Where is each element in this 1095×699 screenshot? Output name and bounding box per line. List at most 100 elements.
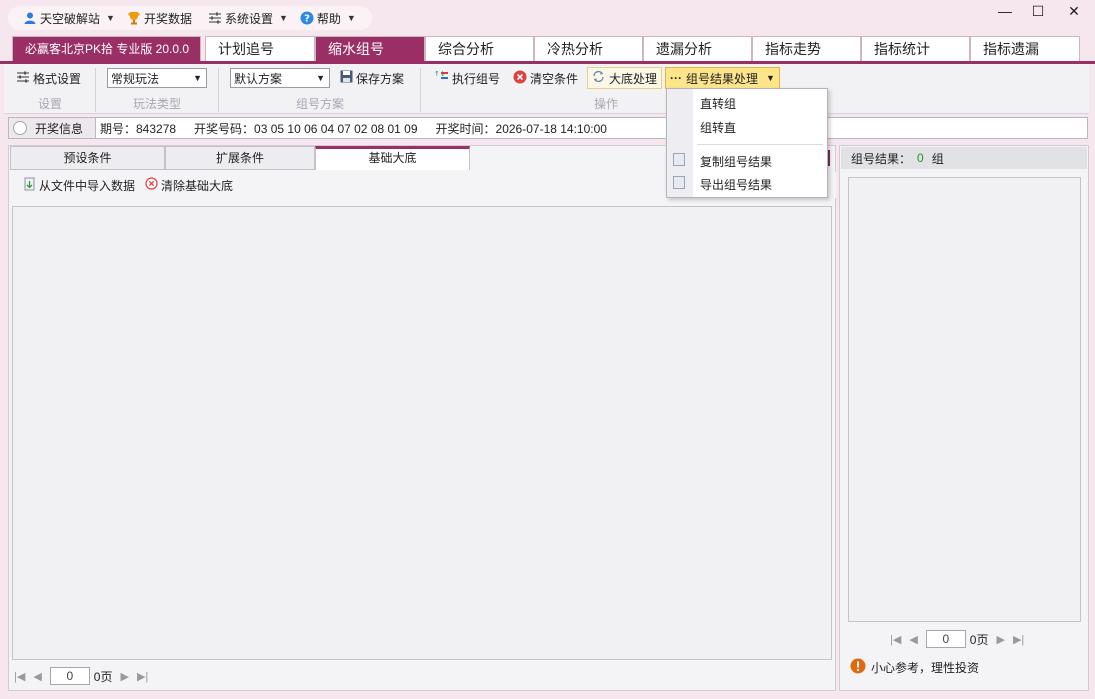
- import-file-button[interactable]: 从文件中导入数据: [24, 174, 135, 196]
- disclaimer-text: 小心参考，理性投资: [871, 661, 980, 675]
- clear-base-button[interactable]: 清除基础大底: [145, 174, 233, 196]
- tab-indicator-stats[interactable]: 指标统计: [861, 36, 970, 62]
- result-process-button[interactable]: ··· 组号结果处理 ▼: [665, 67, 780, 89]
- base-pool-data-area[interactable]: [12, 206, 832, 660]
- clear-conditions-label: 清空条件: [530, 71, 579, 86]
- chevron-down-icon: ▼: [193, 73, 202, 83]
- execute-group-button[interactable]: ↑↓ 执行组号: [434, 67, 500, 89]
- user-icon: [23, 11, 37, 25]
- help-icon: ?: [300, 11, 314, 25]
- menu-lottery-data[interactable]: 开奖数据: [124, 6, 195, 30]
- export-icon: [673, 176, 685, 189]
- tab-base-pool[interactable]: 基础大底: [315, 146, 470, 170]
- prev-page-icon[interactable]: ◀: [909, 633, 917, 646]
- clear-conditions-button[interactable]: 清空条件: [513, 67, 578, 89]
- execute-icon: ↑↓: [434, 70, 449, 86]
- tab-missing-analysis[interactable]: 遗漏分析: [643, 36, 752, 62]
- minimize-button[interactable]: —: [993, 2, 1017, 20]
- lottery-info-bar: 开奖信息 期号：843278 开奖号码：03 05 10 06 04 07 02…: [8, 117, 1088, 139]
- info-label: 开奖信息: [35, 121, 84, 136]
- settings-sliders-icon: [208, 11, 222, 25]
- result-process-label: 组号结果处理: [686, 71, 759, 86]
- format-settings-label: 格式设置: [33, 71, 82, 86]
- scheme-select[interactable]: 默认方案 ▼: [230, 68, 330, 88]
- bottom-border: [0, 691, 1095, 699]
- save-icon: [340, 70, 353, 86]
- execute-group-label: 执行组号: [452, 71, 501, 86]
- play-type-select[interactable]: 常规玩法 ▼: [107, 68, 207, 88]
- svg-text:?: ?: [304, 14, 310, 25]
- close-button[interactable]: ✕: [1062, 2, 1086, 20]
- info-label-box[interactable]: 开奖信息: [9, 118, 96, 138]
- next-page-icon[interactable]: ▶: [996, 633, 1004, 646]
- result-list[interactable]: [848, 177, 1081, 622]
- format-settings-button[interactable]: 格式设置: [16, 67, 81, 89]
- disclaimer: 小心参考，理性投资: [850, 658, 979, 677]
- time-text: 开奖时间：2026-07-18 14:10:00: [435, 121, 607, 136]
- last-page-icon[interactable]: ▶|: [137, 670, 148, 683]
- chevron-down-icon: ▼: [766, 73, 775, 83]
- result-header: 组号结果： 0 组: [841, 147, 1087, 169]
- first-page-icon[interactable]: |◀: [890, 633, 901, 646]
- first-page-icon[interactable]: |◀: [14, 670, 25, 683]
- tab-indicator-trend[interactable]: 指标走势: [752, 36, 861, 62]
- tab-indicator-missing[interactable]: 指标遗漏: [970, 36, 1080, 62]
- more-icon: ···: [670, 71, 682, 85]
- menu-separator: [697, 144, 823, 145]
- maximize-button[interactable]: ☐: [1026, 2, 1050, 20]
- chevron-down-icon: ▼: [106, 13, 115, 23]
- tab-extended-conditions[interactable]: 扩展条件: [165, 146, 315, 170]
- warning-icon: [850, 658, 866, 677]
- trophy-icon: [127, 11, 141, 25]
- result-count: 0: [917, 151, 924, 165]
- save-scheme-button[interactable]: 保存方案: [340, 67, 404, 89]
- last-page-icon[interactable]: ▶|: [1013, 633, 1024, 646]
- main-tab-bar: 必赢客北京PK拾 专业版 20.0.0 计划追号 缩水组号 综合分析 冷热分析 …: [12, 36, 1080, 62]
- prev-page-icon[interactable]: ◀: [33, 670, 41, 683]
- large-base-button[interactable]: 大底处理: [587, 67, 663, 89]
- tab-hot-cold-analysis[interactable]: 冷热分析: [534, 36, 643, 62]
- top-menu: 天空破解站 ▼ 开奖数据 系统设置 ▼ ? 帮助 ▼: [8, 6, 372, 30]
- tab-shrink-group[interactable]: 缩水组号: [315, 36, 425, 62]
- tab-comprehensive-analysis[interactable]: 综合分析: [425, 36, 534, 62]
- result-unit: 组: [931, 151, 944, 166]
- menu-item-group-to-direct[interactable]: 组转直: [700, 119, 736, 136]
- sub-tab-bar: 预设条件 扩展条件 基础大底: [10, 146, 470, 170]
- menu-item-direct-to-group[interactable]: 直转组: [700, 95, 736, 112]
- group-label-operation: 操作: [593, 97, 618, 111]
- next-page-icon[interactable]: ▶: [120, 670, 128, 683]
- play-type-value: 常规玩法: [111, 71, 160, 86]
- tab-plan-tracking[interactable]: 计划追号: [205, 36, 315, 62]
- ribbon-divider: [420, 68, 421, 112]
- menu-help-label: 帮助: [316, 11, 341, 26]
- menu-item-export-result[interactable]: 导出组号结果: [700, 176, 772, 193]
- left-page-count: 0页: [93, 669, 113, 684]
- radio-icon: [13, 121, 27, 135]
- import-file-label: 从文件中导入数据: [39, 178, 136, 193]
- ribbon-divider: [218, 68, 219, 112]
- clear-base-label: 清除基础大底: [161, 178, 234, 193]
- chevron-down-icon: ▼: [316, 73, 325, 83]
- chevron-down-icon: ▼: [346, 13, 356, 23]
- group-label-scheme: 组号方案: [295, 97, 344, 111]
- right-page-count: 0页: [969, 632, 989, 647]
- left-pager: |◀ ◀ 0 0页 ▶ ▶|: [14, 667, 148, 685]
- group-label-play-type: 玩法类型: [132, 97, 181, 111]
- scheme-value: 默认方案: [234, 71, 283, 86]
- left-page-input[interactable]: 0: [49, 667, 90, 685]
- menu-system-settings[interactable]: 系统设置 ▼: [205, 6, 297, 30]
- right-pager: |◀ ◀ 0 0页 ▶ ▶|: [890, 630, 1024, 648]
- menu-lottery-data-label: 开奖数据: [143, 11, 192, 26]
- tab-preset-conditions[interactable]: 预设条件: [10, 146, 165, 170]
- menu-user-label: 天空破解站: [40, 11, 101, 26]
- copy-icon: [673, 153, 685, 166]
- brand-tab: 必赢客北京PK拾 专业版 20.0.0: [12, 36, 201, 62]
- refresh-icon: [592, 70, 605, 86]
- menu-user[interactable]: 天空破解站 ▼: [20, 6, 124, 30]
- import-icon: [24, 177, 36, 194]
- right-page-input[interactable]: 0: [925, 630, 966, 648]
- menu-system-settings-label: 系统设置: [224, 11, 273, 26]
- group-label-settings: 设置: [37, 97, 62, 111]
- menu-help[interactable]: ? 帮助 ▼: [297, 6, 365, 30]
- menu-item-copy-result[interactable]: 复制组号结果: [700, 153, 772, 170]
